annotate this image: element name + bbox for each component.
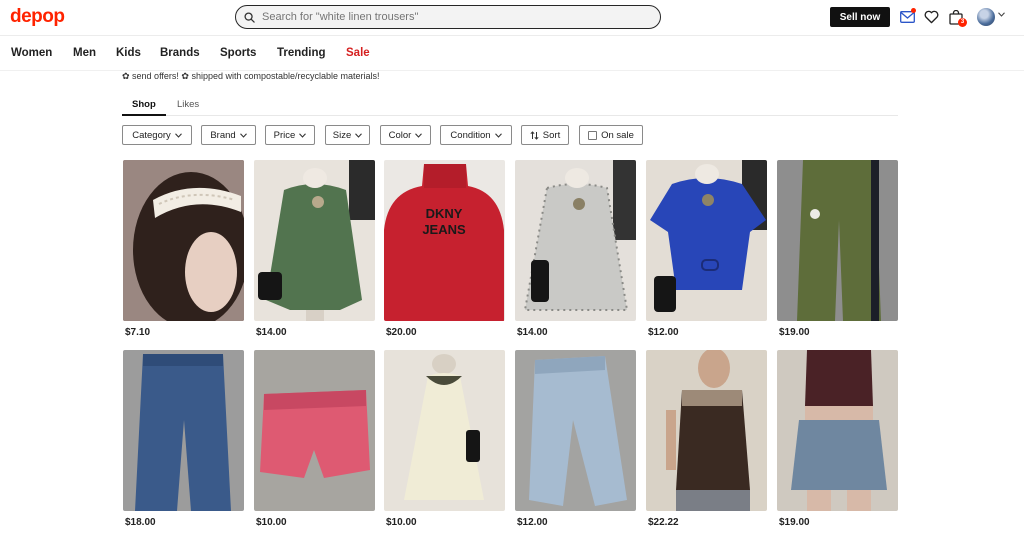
shop-bio: ✿ send offers! ✿ shipped with compostabl… — [122, 71, 380, 81]
sell-now-button[interactable]: Sell now — [830, 7, 890, 27]
sort-arrows-icon — [530, 130, 539, 140]
filter-brand-label: Brand — [210, 129, 236, 141]
filter-brand[interactable]: Brand — [201, 125, 256, 145]
filter-condition[interactable]: Condition — [440, 125, 512, 145]
product-image[interactable] — [123, 160, 244, 321]
chevron-down-icon — [174, 132, 182, 138]
headband-photo — [123, 160, 244, 321]
product-price: $20.00 — [386, 327, 417, 338]
chevron-down-icon[interactable] — [998, 12, 1005, 17]
tab-likes[interactable]: Likes — [177, 99, 199, 110]
on-sale-checkbox[interactable] — [588, 130, 598, 140]
chevron-down-icon — [494, 132, 502, 138]
filter-category-label: Category — [132, 129, 171, 141]
product-image[interactable] — [515, 160, 636, 321]
tab-shop[interactable]: Shop — [132, 99, 156, 110]
product-image[interactable] — [123, 350, 244, 511]
filter-size[interactable]: Size — [325, 125, 370, 145]
on-sale-label: On sale — [601, 129, 634, 141]
search-bar[interactable] — [235, 5, 661, 29]
product-price: $19.00 — [779, 517, 810, 528]
category-nav: Women Men Kids Brands Sports Trending Sa… — [0, 37, 1024, 71]
fringe-top-photo — [646, 350, 767, 511]
cream-dress-photo — [384, 350, 505, 511]
product-price: $22.22 — [648, 517, 679, 528]
chevron-down-icon — [239, 132, 247, 138]
heart-icon — [924, 10, 938, 24]
denim-skirt-photo — [777, 350, 898, 511]
product-image[interactable] — [384, 350, 505, 511]
product-price: $19.00 — [779, 327, 810, 338]
green-top-photo — [254, 160, 375, 321]
dkny-sweater-photo: DKNY JEANS — [384, 160, 505, 321]
nav-men[interactable]: Men — [73, 47, 96, 59]
active-tab-indicator — [122, 114, 166, 116]
messages-button[interactable] — [898, 8, 916, 26]
basket-count-badge: 3 — [958, 18, 967, 27]
chevron-down-icon — [299, 132, 307, 138]
svg-text:DKNY: DKNY — [426, 206, 463, 221]
product-image[interactable] — [646, 350, 767, 511]
filter-color[interactable]: Color — [380, 125, 431, 145]
chevron-down-icon — [355, 132, 363, 138]
product-image[interactable] — [777, 160, 898, 321]
filter-category[interactable]: Category — [122, 125, 192, 145]
light-jeans-photo — [515, 350, 636, 511]
search-input[interactable] — [262, 11, 642, 23]
shop-tabs: Shop Likes — [122, 96, 898, 116]
product-price: $14.00 — [256, 327, 287, 338]
chevron-down-icon — [415, 132, 423, 138]
sort-label: Sort — [542, 129, 561, 141]
product-price: $10.00 — [256, 517, 287, 528]
svg-text:JEANS: JEANS — [422, 222, 466, 237]
sort-button[interactable]: Sort — [521, 125, 569, 145]
filter-price-label: Price — [273, 129, 296, 141]
notification-dot — [911, 8, 916, 13]
product-price: $10.00 — [386, 517, 417, 528]
depop-logo[interactable]: depop — [10, 6, 65, 28]
nav-brands[interactable]: Brands — [160, 47, 200, 59]
likes-button[interactable] — [922, 8, 940, 26]
olive-pants-photo — [777, 160, 898, 321]
floral-blouse-photo — [515, 160, 636, 321]
avatar[interactable] — [977, 8, 995, 26]
search-icon — [244, 11, 255, 23]
product-price: $7.10 — [125, 327, 151, 338]
blue-jeans-photo — [123, 350, 244, 511]
product-price: $18.00 — [125, 517, 156, 528]
on-sale-toggle[interactable]: On sale — [579, 125, 643, 145]
product-image[interactable] — [777, 350, 898, 511]
filter-color-label: Color — [388, 129, 412, 141]
basket-button[interactable]: 3 — [947, 8, 967, 27]
filter-size-label: Size — [332, 129, 352, 141]
product-price: $12.00 — [517, 517, 548, 528]
filter-condition-label: Condition — [450, 129, 491, 141]
filter-price[interactable]: Price — [265, 125, 315, 145]
product-image[interactable]: DKNY JEANS — [384, 160, 505, 321]
product-price: $12.00 — [648, 327, 679, 338]
nav-sale[interactable]: Sale — [346, 47, 370, 59]
product-image[interactable] — [254, 160, 375, 321]
blue-shirt-photo — [646, 160, 767, 321]
nav-sports[interactable]: Sports — [220, 47, 256, 59]
product-image[interactable] — [254, 350, 375, 511]
product-price: $14.00 — [517, 327, 548, 338]
product-image[interactable] — [515, 350, 636, 511]
nav-women[interactable]: Women — [11, 47, 52, 59]
pink-shorts-photo — [254, 350, 375, 511]
top-header: depop Sell now 3 — [0, 0, 1024, 36]
product-image[interactable] — [646, 160, 767, 321]
nav-kids[interactable]: Kids — [116, 47, 141, 59]
nav-trending[interactable]: Trending — [277, 47, 326, 59]
